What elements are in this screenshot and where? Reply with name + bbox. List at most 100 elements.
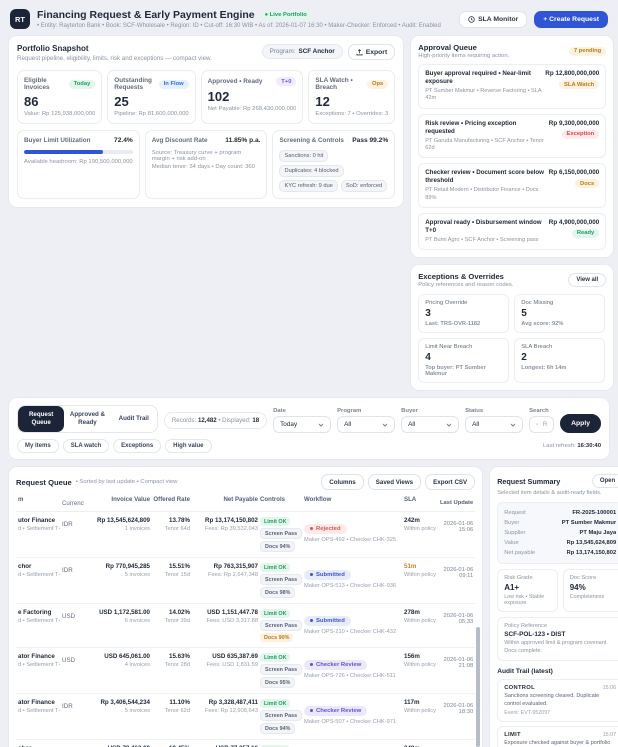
row-net-payable: Rp 3,328,487,411 (208, 699, 258, 707)
policy-reference-card: Policy Reference SCF-POL-123 • DIST With… (497, 617, 618, 662)
workflow-status-badge: Checker Review (304, 705, 368, 716)
row-sla-minutes: 242m (404, 517, 420, 525)
filter-select-label: Buyer (401, 408, 418, 415)
row-sla-policy: Within policy (404, 526, 436, 533)
columns-button[interactable]: Columns (321, 474, 364, 491)
table-row[interactable]: chor d • Settlement T+0 IDR Rp 770,945,2… (16, 558, 476, 605)
table-row[interactable]: chor d • Settlement T+0 USD USD 78,462.0… (16, 740, 475, 747)
sla-monitor-button[interactable]: SLA Monitor (459, 10, 528, 28)
table-row[interactable]: e Factoring d • Settlement T+0 USD USD 1… (16, 604, 476, 649)
view-all-button[interactable]: View all (568, 273, 607, 288)
row-maker-checker: Maker OPS-210 • Checker CHK-432 (304, 629, 397, 636)
screening-controls-card: Screening & Controls Pass 99.2% Sanction… (272, 130, 396, 199)
approval-queue-item[interactable]: Approval ready • Disbursement window T+0… (418, 212, 607, 251)
tab-request-queue[interactable]: Request Queue (18, 406, 65, 433)
create-request-button[interactable]: + Create Request (534, 10, 608, 28)
audit-trail-entry: LIMIT 15:07 Exposure checked against buy… (497, 726, 618, 747)
tab-approved-ready[interactable]: Approved & Ready (64, 406, 111, 433)
approval-queue-item[interactable]: Buyer approval required • Near-limit exp… (418, 64, 607, 109)
row-last-update: 2026-01-06 09:11 (443, 567, 474, 580)
workflow-status-label: Submitted (316, 617, 345, 624)
quick-filter-chip[interactable]: Exceptions (113, 439, 162, 454)
row-invoice-value: Rp 13,545,624,809 (97, 517, 150, 525)
clock-icon (468, 15, 475, 23)
row-currency: IDR (62, 521, 73, 529)
utilization-percent: 72.4% (114, 137, 133, 144)
row-invoice-count: 6 invoices (124, 618, 150, 625)
row-fees: Fees: USD 3,317.88 (206, 618, 258, 625)
stat-badge: T+0 (276, 77, 297, 86)
status-dot-icon (310, 663, 313, 667)
row-invoice-count: 1 invoices (124, 526, 150, 533)
quick-filter-chip[interactable]: My items (17, 439, 59, 454)
quick-filter-chip[interactable]: High value (165, 439, 212, 454)
export-csv-button[interactable]: Export CSV (425, 474, 476, 491)
table-body: utor Finance d • Settlement T+0 IDR Rp 1… (16, 512, 476, 747)
approval-queue-item[interactable]: Checker review • Document score below th… (418, 163, 607, 208)
row-invoice-count: 4 invoices (124, 662, 150, 669)
col-controls[interactable]: Controls (260, 496, 302, 507)
summary-field-value: Rp 13,174,150,802 (566, 550, 617, 557)
table-vertical-scrollbar[interactable] (476, 507, 481, 747)
col-currency[interactable]: Currency (62, 496, 84, 507)
exception-label: Limit Near Breach (425, 344, 473, 351)
approval-queue-item[interactable]: Risk review • Pricing exception requeste… (418, 113, 607, 159)
queue-subtitle: • Sorted by last update • Compact view (75, 479, 178, 486)
row-invoice-count: 5 invoices (124, 708, 150, 715)
portfolio-title: Portfolio Snapshot (17, 44, 89, 53)
open-button[interactable]: Open (591, 474, 618, 489)
row-sla-minutes: 278m (404, 609, 420, 617)
summary-field-key: Net payable (504, 550, 536, 557)
row-maker-checker: Maker OPS-492 • Checker CHK-325 (304, 537, 397, 544)
tab-audit-trail[interactable]: Audit Trail (110, 406, 157, 433)
utilization-headroom: Available headroom: Rp 190,500,000,000 (24, 159, 133, 165)
col-invoice-value[interactable]: Invoice Value (86, 496, 150, 507)
filter-select[interactable]: All (337, 416, 396, 434)
exception-stat-card: Pricing Override 3 Last: TRS-OVR-1182 (418, 294, 510, 334)
filter-select[interactable]: Today (273, 416, 332, 434)
row-program-sub: d • Settlement T+0 (18, 618, 60, 625)
quick-filter-chip[interactable]: SLA watch (62, 439, 110, 454)
portfolio-snapshot-card: Portfolio Snapshot Request pipeline, eli… (8, 35, 405, 208)
chevron-down-icon (446, 423, 452, 427)
stat-label: SLA Watch • Breach (315, 77, 353, 91)
row-program-sub: d • Settlement T+0 (18, 662, 60, 669)
col-sla[interactable]: SLA (404, 496, 438, 507)
program-chip[interactable]: Program: SCF Anchor (261, 44, 343, 59)
status-dot-icon (310, 709, 313, 713)
filter-select[interactable]: All (401, 416, 460, 434)
request-summary-card: Request Summary Open Selected item detai… (489, 466, 618, 747)
filter-select[interactable]: All (465, 416, 524, 434)
app-header: RT Financing Request & Early Payment Eng… (8, 5, 610, 35)
workflow-status-badge: Submitted (304, 569, 351, 580)
saved-views-button[interactable]: Saved Views (367, 474, 422, 491)
exception-subtext: Avg score: 92% (521, 321, 564, 328)
filter-select-group: Program All (337, 408, 396, 434)
filter-selects: Date Today Program All Buyer All Status … (273, 408, 524, 434)
last-refresh: Last refresh: 16:30:40 (543, 443, 601, 450)
apply-button[interactable]: Apply (560, 414, 601, 434)
row-sla-policy: Within policy (404, 708, 436, 715)
col-workflow[interactable]: Workflow (304, 496, 402, 507)
exception-count: 2 (521, 352, 527, 364)
stat-label: Eligible Invoices (24, 77, 50, 91)
search-input[interactable] (542, 421, 548, 429)
table-row[interactable]: ator Finance d • Settlement T+0 USD USD … (16, 648, 476, 695)
row-program-name: utor Finance (18, 517, 56, 525)
col-last-update[interactable]: Last Update (440, 496, 473, 507)
col-item[interactable]: m (18, 496, 60, 507)
audit-time: 15:07 (602, 732, 617, 739)
summary-fields: Request FR-2025-100001 Buyer PT Sumber M… (497, 502, 618, 565)
row-fees: Fees: USD 1,831.59 (206, 662, 258, 669)
row-offered-rate: 13.78% (169, 517, 190, 525)
filter-select-label: Date (273, 408, 286, 415)
row-offered-rate: 14.02% (169, 609, 190, 617)
screening-pass-value: Pass 99.2% (352, 137, 389, 144)
col-offered-rate[interactable]: Offered Rate (152, 496, 190, 507)
col-net-payable[interactable]: Net Payable (192, 496, 258, 507)
table-row[interactable]: utor Finance d • Settlement T+0 IDR Rp 1… (16, 512, 476, 559)
approval-item-amount: Rp 4,900,000,000 (548, 218, 600, 226)
table-row[interactable]: ator Finance d • Settlement T+0 IDR Rp 3… (16, 694, 476, 741)
row-currency: USD (62, 657, 76, 665)
export-button[interactable]: Export (347, 44, 396, 60)
